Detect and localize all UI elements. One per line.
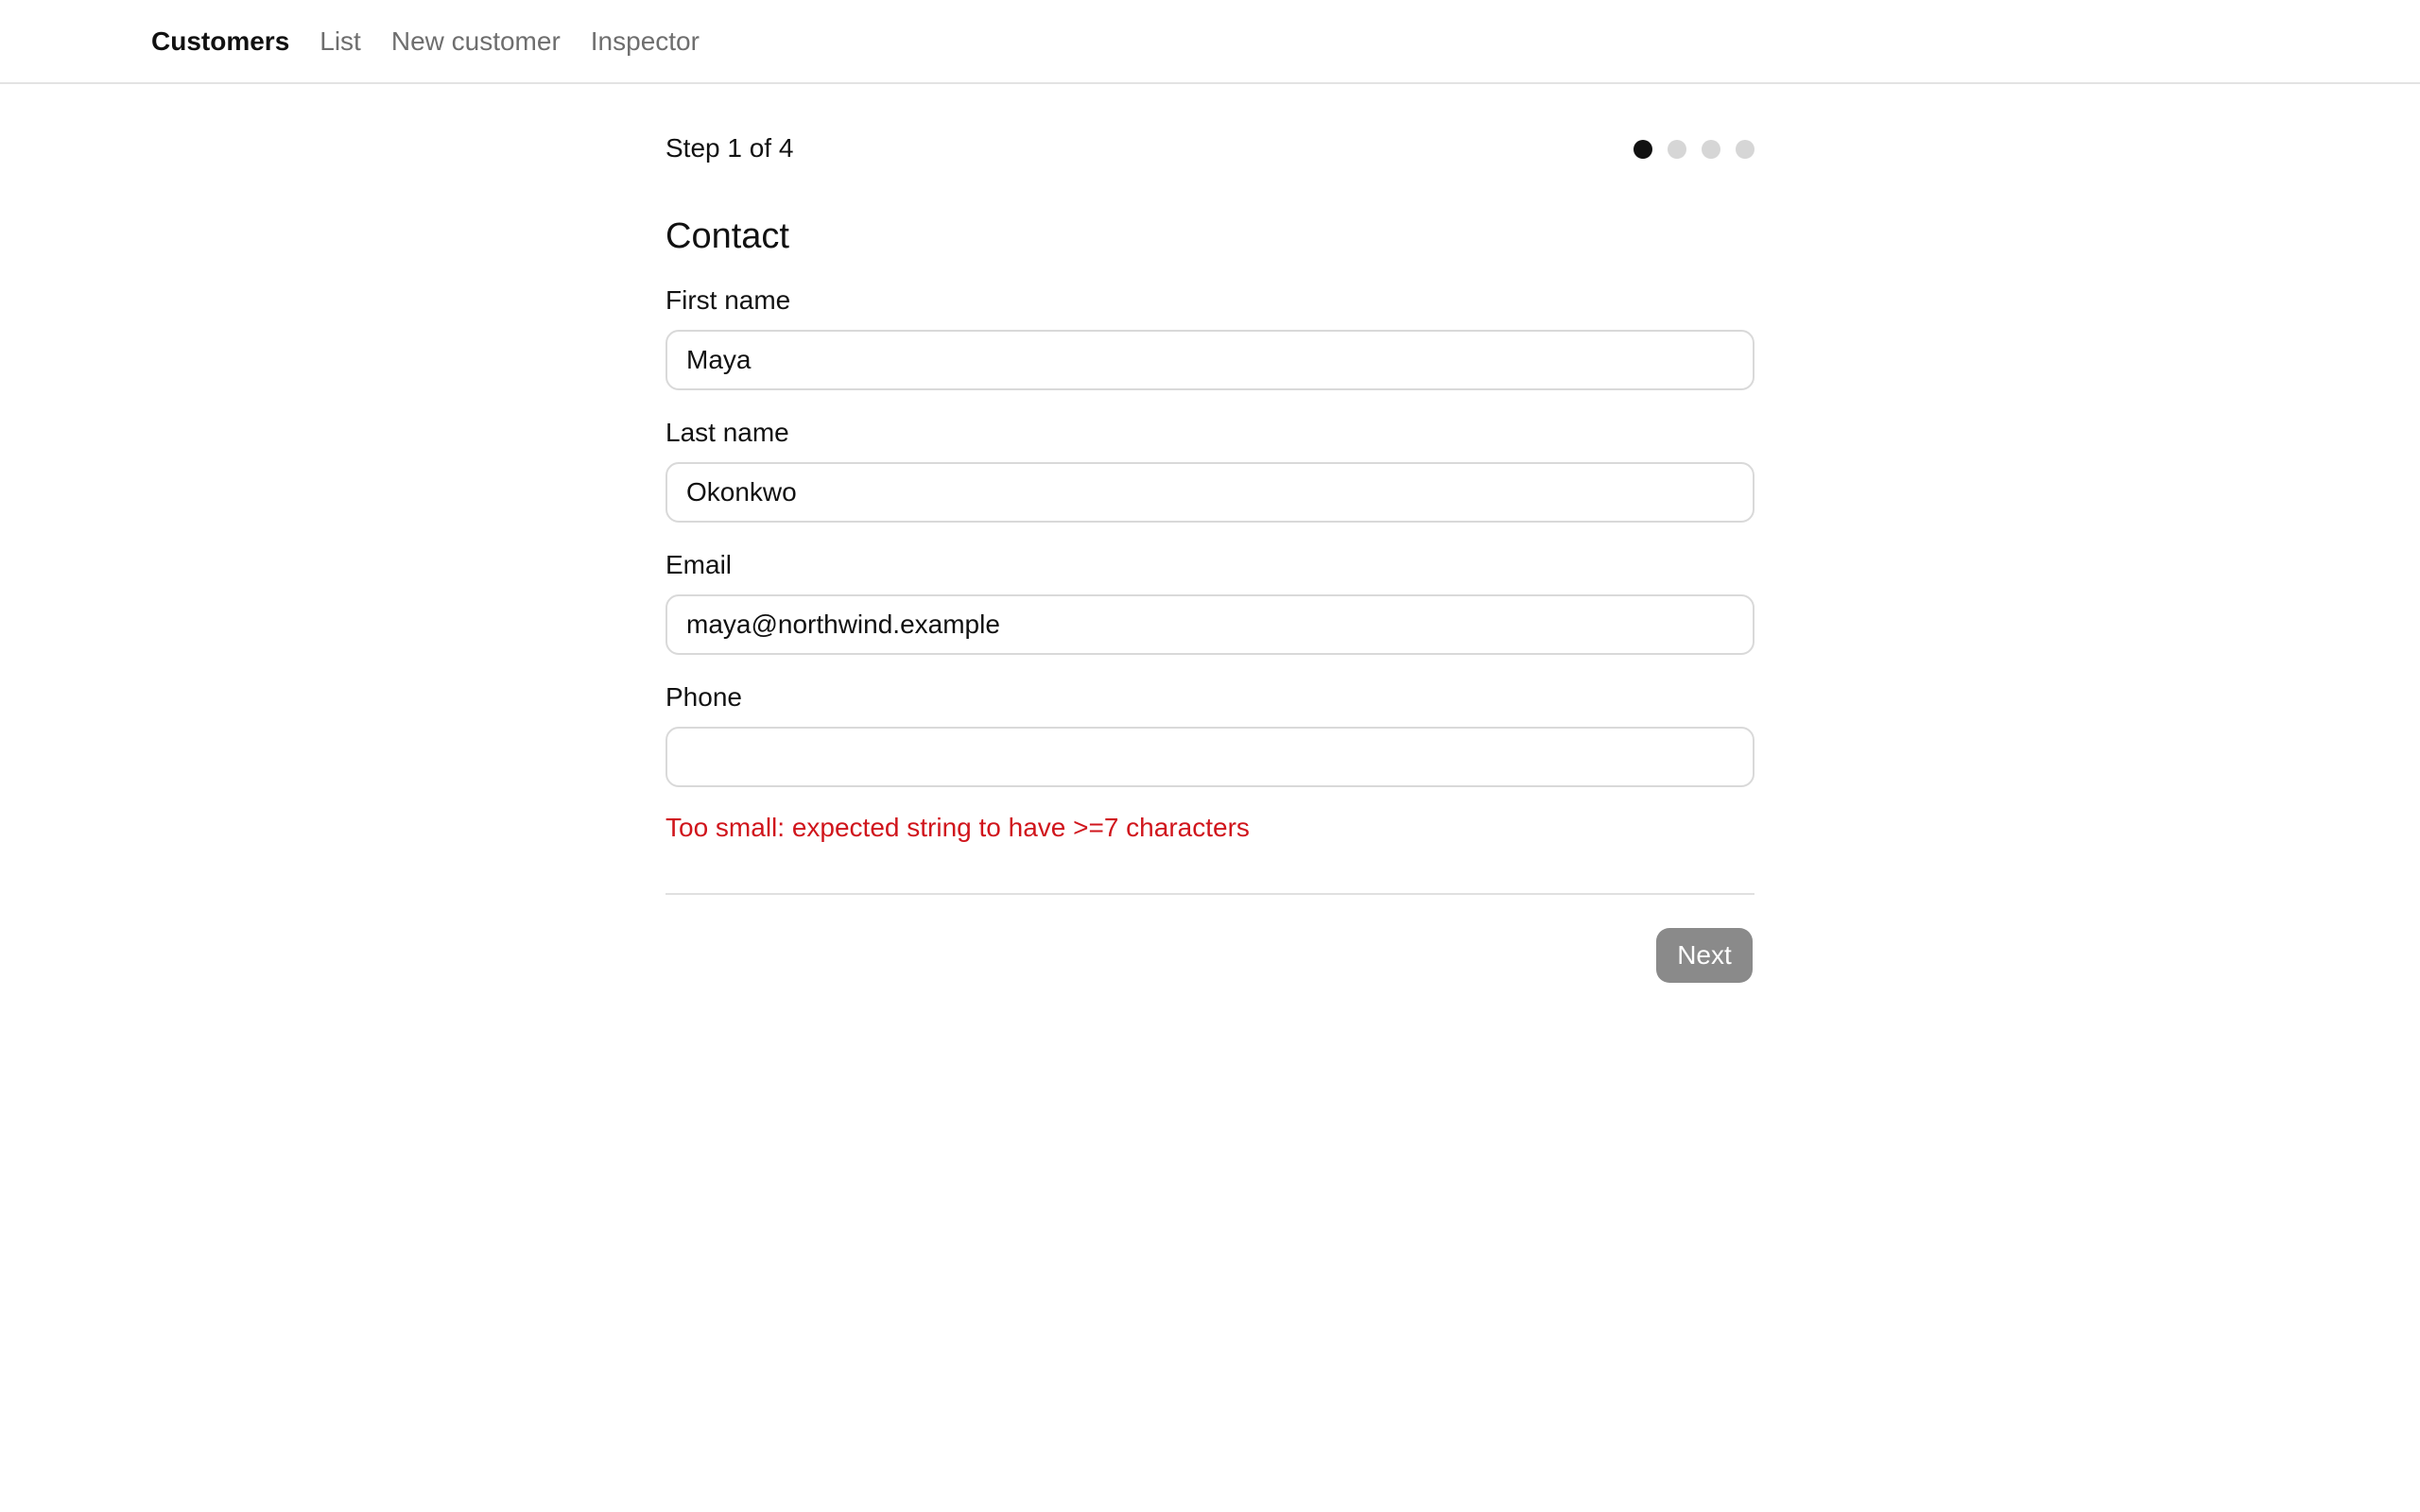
footer-divider: [666, 893, 1754, 895]
nav-brand-customers[interactable]: Customers: [151, 26, 289, 57]
nav-link-inspector[interactable]: Inspector: [591, 26, 700, 57]
step-dot-3: [1702, 140, 1720, 159]
step-indicator-label: Step 1 of 4: [666, 133, 794, 163]
email-field-group: Email: [666, 549, 1754, 655]
step-header: Step 1 of 4: [666, 84, 1754, 216]
phone-input[interactable]: [666, 727, 1754, 787]
first-name-label: First name: [666, 285, 791, 315]
phone-field-group: Phone: [666, 681, 1754, 787]
email-label: Email: [666, 550, 733, 579]
last-name-label: Last name: [666, 418, 789, 447]
nav-link-new-customer[interactable]: New customer: [391, 26, 561, 57]
first-name-input[interactable]: [666, 330, 1754, 390]
next-button[interactable]: Next: [1656, 928, 1753, 983]
section-title: Contact: [666, 216, 789, 256]
last-name-field-group: Last name: [666, 417, 1754, 523]
top-navigation: Customers List New customer Inspector: [0, 0, 2420, 84]
nav-link-list[interactable]: List: [320, 26, 361, 57]
email-input[interactable]: [666, 594, 1754, 655]
last-name-input[interactable]: [666, 462, 1754, 523]
step-dot-4: [1736, 140, 1754, 159]
phone-label: Phone: [666, 682, 742, 712]
step-dot-1: [1634, 140, 1652, 159]
step-dot-2: [1668, 140, 1686, 159]
customer-wizard: Step 1 of 4 Contact First name Last name…: [666, 84, 1754, 983]
first-name-field-group: First name: [666, 284, 1754, 390]
phone-validation-error: Too small: expected string to have >=7 c…: [666, 813, 1250, 842]
step-progress-dots: [1634, 140, 1754, 159]
